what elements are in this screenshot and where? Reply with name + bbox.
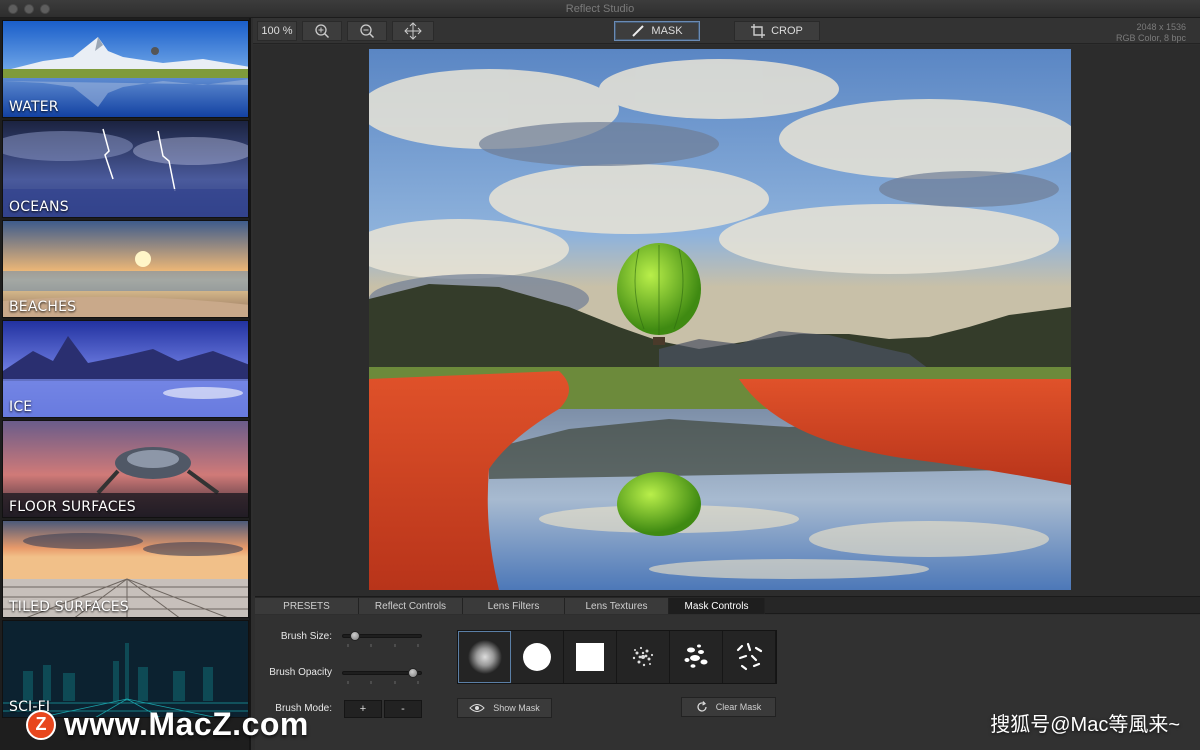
eye-icon xyxy=(469,704,485,712)
brush-square[interactable] xyxy=(564,631,617,683)
zoom-out-button[interactable] xyxy=(347,21,387,41)
soft-round-brush-icon xyxy=(467,640,502,674)
clear-mask-label: Clear Mask xyxy=(715,702,762,712)
preset-floor-surfaces[interactable]: FLOOR SURFACES xyxy=(2,420,249,518)
image-canvas[interactable] xyxy=(369,49,1071,590)
splatter-brush-icon xyxy=(684,644,708,668)
show-mask-button[interactable]: Show Mask xyxy=(457,698,552,718)
watermark-logo: Z xyxy=(26,709,56,740)
preset-ice[interactable]: ICE xyxy=(2,320,249,418)
preset-sci-fi[interactable]: SCI-FI xyxy=(2,620,249,718)
zoom-in-button[interactable] xyxy=(302,21,342,41)
top-toolbar: 100 % MASK CROP 2048 x 1536 RGB Color, 8… xyxy=(253,18,1200,44)
brush-soft-round[interactable] xyxy=(458,631,511,683)
preset-water[interactable]: WATER xyxy=(2,20,249,118)
brush-opacity-slider[interactable] xyxy=(342,668,422,678)
brush-mode-subtract-button[interactable]: - xyxy=(384,700,422,718)
tab-lens-textures[interactable]: Lens Textures xyxy=(565,598,669,614)
preset-label: WATER xyxy=(9,99,59,115)
window-title: Reflect Studio xyxy=(565,3,635,15)
brush-spray[interactable] xyxy=(617,631,670,683)
clear-mask-button[interactable]: Clear Mask xyxy=(681,697,776,717)
preset-tiled-surfaces[interactable]: TILED SURFACES xyxy=(2,520,249,618)
preset-beaches[interactable]: BEACHES xyxy=(2,220,249,318)
brush-size-ticks xyxy=(347,644,419,647)
image-mode: RGB Color, 8 bpc xyxy=(1115,33,1186,43)
move-button[interactable] xyxy=(392,21,434,41)
brush-scatter[interactable] xyxy=(723,631,776,683)
preset-label: BEACHES xyxy=(9,299,77,315)
presets-sidebar: WATER OCEANS BEACHES ICE FLOOR SURFACES … xyxy=(0,18,251,750)
watermark-left: Z www.MacZ.com xyxy=(26,706,309,743)
preset-label: FLOOR SURFACES xyxy=(9,499,136,515)
square-brush-icon xyxy=(576,643,604,671)
brush-shape-picker xyxy=(457,630,777,684)
preset-label: TILED SURFACES xyxy=(9,599,129,615)
hard-round-brush-icon xyxy=(523,643,551,671)
watermark-url: www.MacZ.com xyxy=(64,706,309,742)
watermark-right: 搜狐号@Mac等風来~ xyxy=(990,714,1180,736)
image-size: 2048 x 1536 xyxy=(1136,22,1186,32)
brush-hard-round[interactable] xyxy=(511,631,564,683)
mask-tool-label: MASK xyxy=(651,25,683,37)
zoom-out-icon xyxy=(360,24,375,39)
brush-opacity-knob[interactable] xyxy=(408,668,418,678)
preset-oceans[interactable]: OCEANS xyxy=(2,120,249,218)
mask-tool-button[interactable]: MASK xyxy=(614,21,700,41)
brush-size-knob[interactable] xyxy=(350,631,360,641)
move-icon xyxy=(404,22,422,40)
brush-splatter[interactable] xyxy=(670,631,723,683)
brush-mode-add-button[interactable]: + xyxy=(344,700,382,718)
refresh-icon xyxy=(697,701,707,712)
crop-icon xyxy=(751,24,766,38)
brush-size-label: Brush Size: xyxy=(280,631,332,642)
brush-opacity-ticks xyxy=(347,681,419,684)
image-info: 2048 x 1536 RGB Color, 8 bpc xyxy=(1116,22,1186,44)
zoom-level-display[interactable]: 100 % xyxy=(257,21,297,41)
tab-reflect-controls[interactable]: Reflect Controls xyxy=(359,598,463,614)
preset-label: OCEANS xyxy=(9,199,69,215)
preset-label: ICE xyxy=(9,399,33,415)
brush-size-slider[interactable] xyxy=(342,631,422,641)
panel-tabs: PRESETS Reflect Controls Lens Filters Le… xyxy=(255,596,1200,614)
zoom-in-icon xyxy=(315,24,330,39)
tab-presets[interactable]: PRESETS xyxy=(255,598,359,614)
show-mask-label: Show Mask xyxy=(493,703,540,713)
crop-tool-button[interactable]: CROP xyxy=(734,21,820,41)
brush-opacity-label: Brush Opacity xyxy=(269,667,332,678)
brush-icon xyxy=(632,25,645,37)
crop-tool-label: CROP xyxy=(771,25,803,37)
spray-brush-icon xyxy=(632,646,654,667)
app-window: Reflect Studio WATER OCEANS BEACHES ICE … xyxy=(0,0,1200,750)
tab-mask-controls[interactable]: Mask Controls xyxy=(669,598,765,614)
scatter-brush-icon xyxy=(736,642,763,671)
title-bar: Reflect Studio xyxy=(0,0,1200,18)
tab-lens-filters[interactable]: Lens Filters xyxy=(463,598,565,614)
